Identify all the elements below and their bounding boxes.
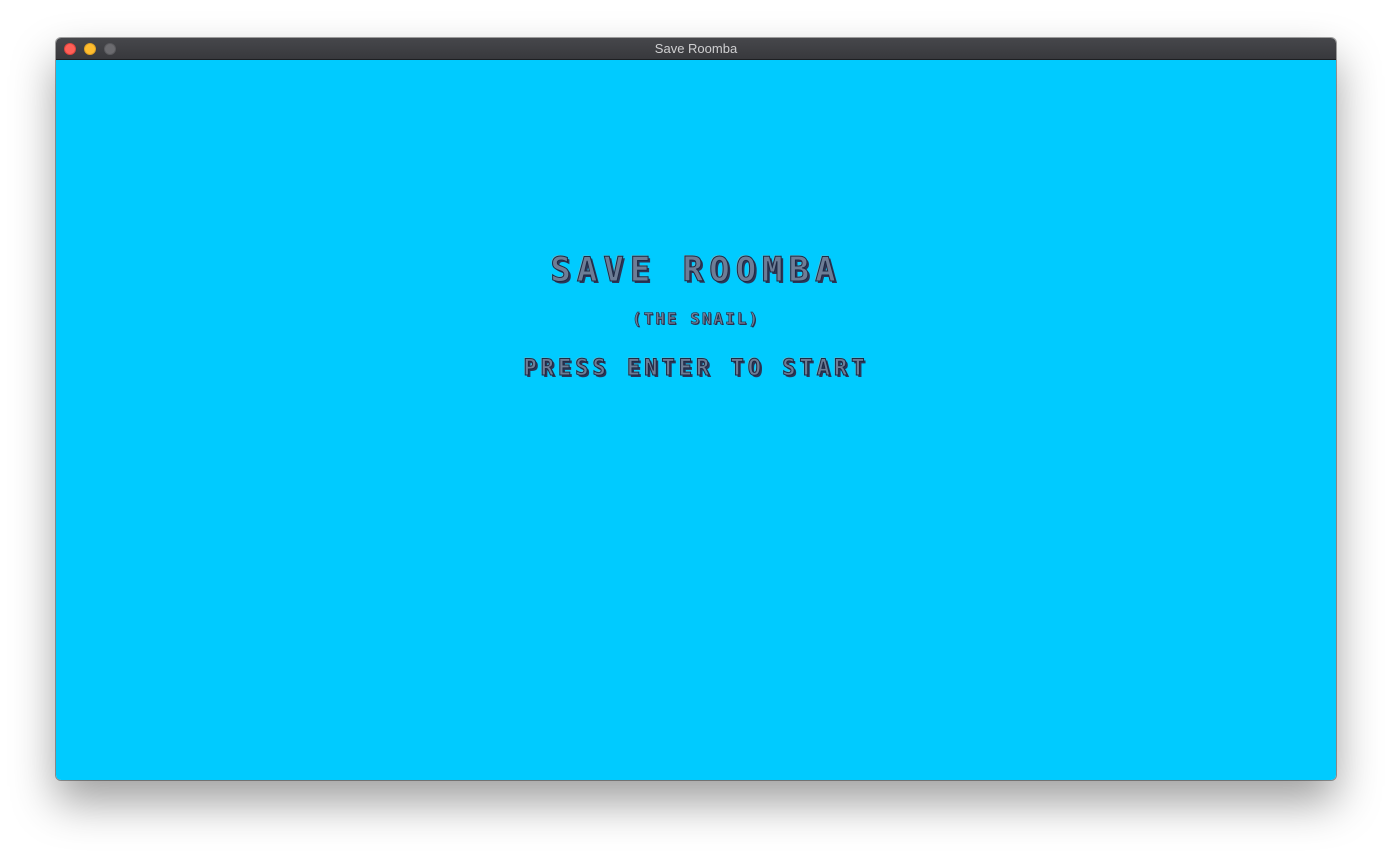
title-bar[interactable]: Save Roomba <box>56 38 1336 60</box>
game-subtitle: (THE SNAIL) <box>632 309 760 329</box>
game-window: Save Roomba SAVE ROOMBA (THE SNAIL) PRES… <box>56 38 1336 780</box>
game-canvas[interactable]: SAVE ROOMBA (THE SNAIL) PRESS ENTER TO S… <box>56 60 1336 780</box>
window-title: Save Roomba <box>654 41 738 56</box>
start-prompt: PRESS ENTER TO START <box>523 356 869 382</box>
game-title: SAVE ROOMBA <box>550 250 842 291</box>
